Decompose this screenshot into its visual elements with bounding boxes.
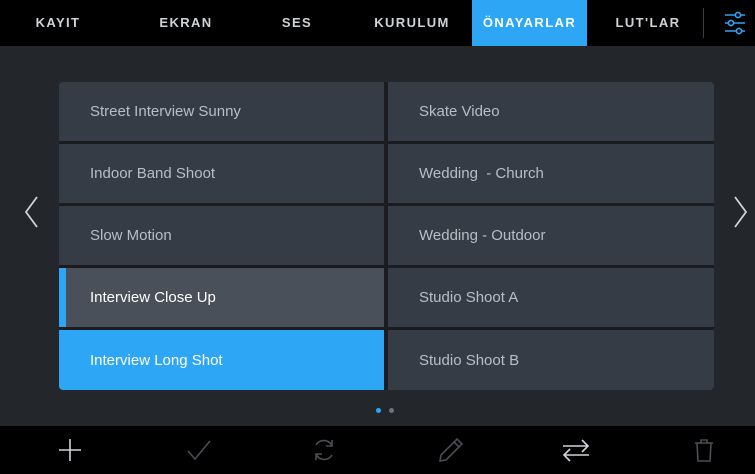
preset-label: Wedding - Outdoor — [419, 227, 546, 244]
chevron-right-icon — [734, 196, 748, 228]
preset-wedding-church[interactable]: Wedding - Church — [388, 144, 714, 203]
presets-panel: Street Interview Sunny Indoor Band Shoot… — [0, 46, 755, 426]
swap-arrows-icon — [562, 439, 590, 462]
preset-street-interview-sunny[interactable]: Street Interview Sunny — [59, 82, 384, 141]
trash-icon — [695, 439, 713, 462]
rename-preset-button[interactable] — [437, 436, 465, 464]
plus-icon — [59, 439, 81, 461]
preset-grid: Street Interview Sunny Indoor Band Shoot… — [59, 82, 714, 390]
tab-lutlar[interactable]: LUT'LAR — [596, 0, 700, 46]
previous-page-button[interactable] — [22, 194, 42, 230]
preset-label: Studio Shoot A — [419, 289, 519, 306]
tab-ses[interactable]: SES — [262, 0, 332, 46]
tab-kayit[interactable]: KAYIT — [18, 0, 98, 46]
page-dot-active[interactable] — [376, 408, 381, 413]
update-preset-button[interactable] — [310, 436, 338, 464]
preset-label: Interview Long Shot — [90, 351, 223, 369]
page-dot[interactable] — [389, 408, 394, 413]
preset-label: Skate Video — [419, 103, 500, 120]
bottom-toolbar — [0, 426, 755, 474]
preset-label: Slow Motion — [90, 227, 172, 244]
next-page-button[interactable] — [730, 194, 750, 230]
page-indicator — [0, 408, 755, 414]
preset-wedding-outdoor[interactable]: Wedding - Outdoor — [388, 206, 714, 265]
tab-kurulum[interactable]: KURULUM — [360, 0, 464, 46]
tab-divider — [703, 8, 704, 38]
preset-skate-video[interactable]: Skate Video — [388, 82, 714, 141]
preset-label: Indoor Band Shoot — [90, 165, 216, 182]
check-icon — [187, 440, 211, 461]
preset-indoor-band-shoot[interactable]: Indoor Band Shoot — [59, 144, 384, 203]
active-preset-marker — [59, 268, 66, 327]
preset-slow-motion[interactable]: Slow Motion — [59, 206, 384, 265]
preset-label: Street Interview Sunny — [90, 103, 241, 120]
tab-onayarlar[interactable]: ÖNAYARLAR — [472, 0, 587, 46]
preset-label: Wedding - Church — [419, 165, 544, 182]
preset-interview-long-shot[interactable]: Interview Long Shot — [59, 330, 384, 390]
settings-button[interactable] — [714, 0, 755, 46]
import-export-button[interactable] — [561, 436, 590, 464]
preset-interview-close-up[interactable]: Interview Close Up — [59, 268, 384, 327]
pencil-icon — [439, 437, 464, 462]
tab-ekran[interactable]: EKRAN — [146, 0, 226, 46]
apply-preset-button[interactable] — [185, 436, 213, 464]
refresh-icon — [315, 439, 333, 461]
preset-studio-shoot-b[interactable]: Studio Shoot B — [388, 330, 714, 390]
tab-bar: KAYIT EKRAN SES KURULUM ÖNAYARLAR LUT'LA… — [0, 0, 755, 46]
chevron-left-icon — [24, 196, 38, 228]
preset-studio-shoot-a[interactable]: Studio Shoot A — [388, 268, 714, 327]
delete-preset-button[interactable] — [690, 436, 718, 464]
preset-label: Interview Close Up — [90, 289, 216, 306]
add-preset-button[interactable] — [56, 436, 84, 464]
preset-label: Studio Shoot B — [419, 351, 520, 369]
sliders-icon — [725, 11, 745, 35]
